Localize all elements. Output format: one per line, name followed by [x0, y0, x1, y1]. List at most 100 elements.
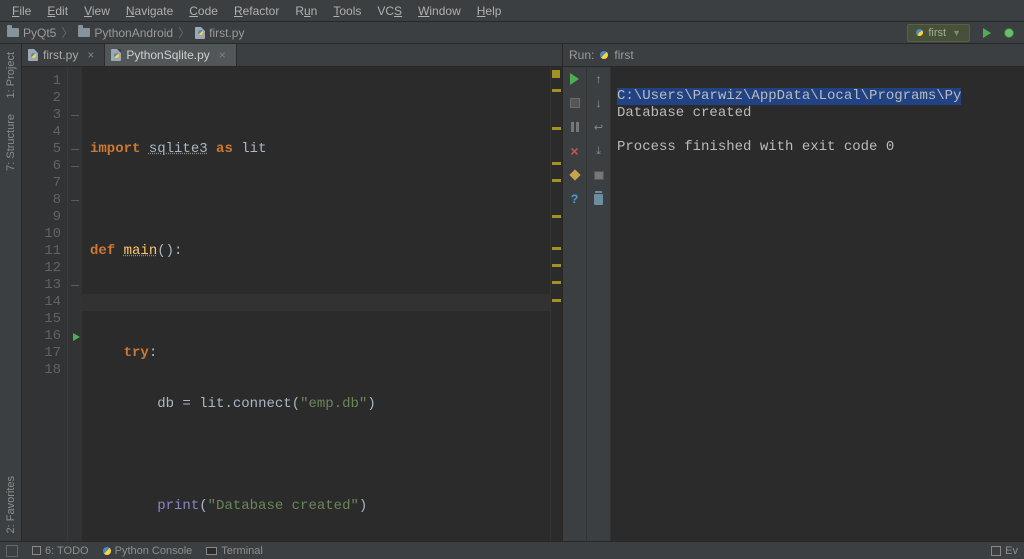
- menu-refactor[interactable]: Refactor: [226, 2, 287, 20]
- menu-navigate[interactable]: Navigate: [118, 2, 181, 20]
- tool-window-python-console[interactable]: Python Console: [103, 545, 193, 557]
- fold-marker[interactable]: [68, 277, 82, 294]
- tool-window-todo[interactable]: 6: TODO: [32, 545, 89, 557]
- fold-marker[interactable]: [68, 328, 82, 345]
- warning-marker[interactable]: [552, 89, 561, 92]
- code-content[interactable]: import sqlite3 as lit def main(): try: d…: [82, 67, 550, 541]
- breadcrumb-project[interactable]: PyQt5: [4, 26, 59, 40]
- breadcrumb-file[interactable]: first.py: [192, 26, 247, 40]
- error-stripe[interactable]: [550, 67, 562, 541]
- line-number[interactable]: 7: [22, 175, 61, 192]
- tool-window-terminal[interactable]: Terminal: [206, 545, 263, 557]
- warning-marker[interactable]: [552, 299, 561, 302]
- analysis-indicator-icon[interactable]: [552, 70, 560, 78]
- line-number[interactable]: 14: [22, 294, 61, 311]
- fold-marker[interactable]: [68, 90, 82, 107]
- arrow-up-icon: ↑: [596, 72, 602, 86]
- editor-tab-first[interactable]: first.py ×: [22, 44, 105, 66]
- run-button[interactable]: [979, 25, 995, 41]
- tool-window-project[interactable]: 1: Project: [5, 44, 17, 106]
- close-tab-icon[interactable]: ×: [87, 48, 94, 62]
- debug-button[interactable]: [1001, 25, 1017, 41]
- event-log-button[interactable]: Ev: [991, 545, 1018, 557]
- editor-tab-pythonsqlite[interactable]: PythonSqlite.py ×: [105, 44, 236, 66]
- fold-marker[interactable]: [68, 124, 82, 141]
- menu-file[interactable]: File: [4, 2, 39, 20]
- stop-button[interactable]: [567, 95, 583, 111]
- tool-window-favorites[interactable]: 2: Favorites: [5, 468, 17, 541]
- menu-window[interactable]: Window: [410, 2, 469, 20]
- up-stacktrace-button[interactable]: ↑: [591, 71, 607, 87]
- scroll-to-end-button[interactable]: ⤓: [591, 143, 607, 159]
- line-number[interactable]: 11: [22, 243, 61, 260]
- menu-help[interactable]: Help: [469, 2, 510, 20]
- line-number[interactable]: 3: [22, 107, 61, 124]
- line-number[interactable]: 9: [22, 209, 61, 226]
- fold-marker[interactable]: [68, 260, 82, 277]
- fold-marker[interactable]: [68, 107, 82, 124]
- clear-all-button[interactable]: [591, 191, 607, 207]
- run-config-label: first: [928, 27, 946, 39]
- fold-marker[interactable]: [68, 311, 82, 328]
- fold-marker[interactable]: [68, 158, 82, 175]
- fold-marker[interactable]: [68, 362, 82, 379]
- rerun-button[interactable]: [567, 71, 583, 87]
- soft-wrap-button[interactable]: ↩: [591, 119, 607, 135]
- fold-marker[interactable]: [68, 226, 82, 243]
- python-icon: [916, 29, 923, 36]
- menu-tools[interactable]: Tools: [325, 2, 369, 20]
- warning-marker[interactable]: [552, 179, 561, 182]
- warning-marker[interactable]: [552, 281, 561, 284]
- line-number[interactable]: 16: [22, 328, 61, 345]
- warning-marker[interactable]: [552, 247, 561, 250]
- warning-marker[interactable]: [552, 215, 561, 218]
- warning-marker[interactable]: [552, 127, 561, 130]
- line-number[interactable]: 4: [22, 124, 61, 141]
- status-tool-windows-button[interactable]: [6, 545, 18, 557]
- run-gutter-icon[interactable]: [73, 333, 80, 341]
- close-button[interactable]: ×: [567, 143, 583, 159]
- print-button[interactable]: [591, 167, 607, 183]
- fold-gutter[interactable]: [68, 67, 82, 541]
- menu-code[interactable]: Code: [181, 2, 226, 20]
- run-tool-header: Run: first: [563, 44, 1024, 67]
- line-number[interactable]: 5: [22, 141, 61, 158]
- line-number-gutter[interactable]: 123456789101112131415161718: [22, 67, 68, 541]
- console-output[interactable]: C:\Users\Parwiz\AppData\Local\Programs\P…: [611, 67, 1024, 541]
- menu-view[interactable]: View: [76, 2, 118, 20]
- fold-marker[interactable]: [68, 175, 82, 192]
- fold-marker[interactable]: [68, 243, 82, 260]
- menu-run[interactable]: Run: [287, 2, 325, 20]
- fold-marker[interactable]: [68, 294, 82, 311]
- run-tool-window: Run: first × ? ↑ ↓ ↩ ⤓ C:\Users\Parwiz\A: [562, 44, 1024, 541]
- line-number[interactable]: 12: [22, 260, 61, 277]
- breadcrumb-folder[interactable]: PythonAndroid: [75, 26, 176, 40]
- fold-marker[interactable]: [68, 209, 82, 226]
- code-editor[interactable]: 123456789101112131415161718 import sqlit…: [22, 67, 562, 541]
- menu-edit[interactable]: Edit: [39, 2, 76, 20]
- pin-tab-button[interactable]: [567, 167, 583, 183]
- warning-marker[interactable]: [552, 264, 561, 267]
- line-number[interactable]: 10: [22, 226, 61, 243]
- line-number[interactable]: 17: [22, 345, 61, 362]
- fold-marker[interactable]: [68, 73, 82, 90]
- run-configuration-selector[interactable]: first ▼: [907, 24, 970, 42]
- pause-button[interactable]: [567, 119, 583, 135]
- menu-vcs[interactable]: VCS: [369, 2, 410, 20]
- line-number[interactable]: 15: [22, 311, 61, 328]
- warning-marker[interactable]: [552, 162, 561, 165]
- line-number[interactable]: 18: [22, 362, 61, 379]
- console-line: Database created: [617, 105, 751, 121]
- line-number[interactable]: 6: [22, 158, 61, 175]
- line-number[interactable]: 2: [22, 90, 61, 107]
- fold-marker[interactable]: [68, 192, 82, 209]
- line-number[interactable]: 8: [22, 192, 61, 209]
- down-stacktrace-button[interactable]: ↓: [591, 95, 607, 111]
- close-tab-icon[interactable]: ×: [219, 48, 226, 62]
- line-number[interactable]: 1: [22, 73, 61, 90]
- help-button[interactable]: ?: [567, 191, 583, 207]
- tool-window-structure[interactable]: 7: Structure: [5, 106, 17, 179]
- fold-marker[interactable]: [68, 345, 82, 362]
- line-number[interactable]: 13: [22, 277, 61, 294]
- fold-marker[interactable]: [68, 141, 82, 158]
